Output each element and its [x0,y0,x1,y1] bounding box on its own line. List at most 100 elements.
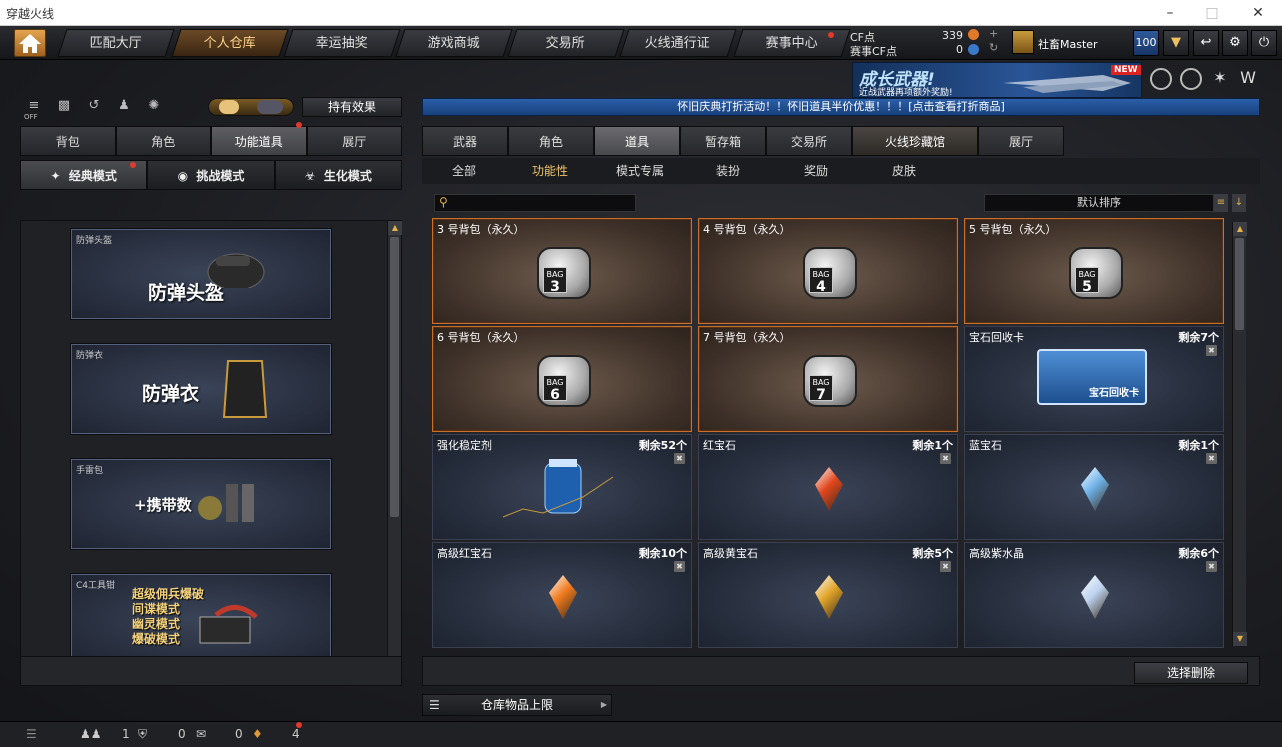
nav-tab-4[interactable]: 交易所 [507,29,625,57]
username: 社畜Master [1038,38,1098,51]
storage-limit-button[interactable]: ☰ 仓库物品上限 ▶ [422,694,612,716]
maximize-icon[interactable]: □ [1202,3,1222,23]
item-card[interactable]: 6 号背包（永久） BAG 6 [432,326,692,432]
search-input[interactable]: ⚲ [434,194,636,212]
trash-icon[interactable]: ✖ [674,561,685,572]
storage-tab-3[interactable]: 暂存箱 [680,126,766,156]
item-card[interactable]: 强化稳定剂 剩余52个 ✖ [432,434,692,540]
cf-value: 339 [942,29,963,42]
item-card[interactable]: 高级紫水晶 剩余6个 ✖ [964,542,1224,648]
subtab-1[interactable]: 功能性 [532,158,568,184]
trash-icon[interactable]: ✖ [940,561,951,572]
left-tab-0[interactable]: 背包 [20,126,116,156]
subtab-3[interactable]: 装扮 [716,158,740,184]
storage-tab-2[interactable]: 道具 [594,126,680,156]
badge-icon-4[interactable]: W [1236,68,1260,90]
scroll-up-icon[interactable]: ▲ [388,221,402,235]
storage-tab-6[interactable]: 展厅 [978,126,1064,156]
select-delete-button[interactable]: 选择删除 [1134,662,1248,684]
mode-tab-2[interactable]: ☣ 生化模式 [274,160,402,190]
mode-tab-0[interactable]: ✦ 经典模式 [20,160,148,190]
close-icon[interactable]: ✕ [1248,3,1268,23]
discount-notice[interactable]: 怀旧庆典打折活动！！怀旧道具半价优惠！！！[点击查看打折商品] [422,98,1260,116]
trash-icon[interactable]: ✖ [1206,561,1217,572]
subtab-5[interactable]: 皮肤 [892,158,916,184]
minimize-icon[interactable]: – [1160,3,1180,23]
left-toolbar: OFF ≡ ▩ ↺ ♟ ✺ 持有效果 [24,96,424,121]
sort-direction-icon[interactable]: ↓ [1232,194,1246,212]
equip-slot-grenade[interactable]: 手雷包 +携带数 [71,459,331,549]
avatar[interactable] [1012,30,1034,54]
list-view-icon[interactable]: ≡ [1214,194,1228,212]
subtab-2[interactable]: 模式专属 [616,158,664,184]
left-tab-2[interactable]: 功能道具 [211,126,307,156]
friends-icon[interactable]: ♟♟ [80,727,102,741]
history-icon[interactable]: ↺ [84,96,104,116]
storage-tab-0[interactable]: 武器 [422,126,508,156]
home-icon[interactable] [14,29,46,57]
item-card[interactable]: 红宝石 剩余1个 ✖ [698,434,958,540]
gift-icon[interactable]: ♦ [252,727,263,741]
storage-tab-4[interactable]: 交易所 [766,126,852,156]
grid-scrollbar[interactable]: ▲ ▼ [1232,222,1247,646]
level-badge[interactable]: 100 [1133,30,1159,56]
nav-tab-0[interactable]: 匹配大厅 [57,29,175,57]
item-card[interactable]: 高级红宝石 剩余10个 ✖ [432,542,692,648]
left-tab-3[interactable]: 展厅 [306,126,402,156]
badge-icon-2[interactable] [1180,68,1202,90]
storage-tab-5[interactable]: 火线珍藏馆 [852,126,978,156]
menu-list-icon[interactable]: ☰ [26,727,37,741]
promo-banner[interactable]: 成长武器! 近战武器再项额外奖励! NEW [852,62,1142,98]
nav-tab-1[interactable]: 个人仓库 [171,29,289,57]
nav-tab-2[interactable]: 幸运抽奖 [283,29,401,57]
top-nav: 匹配大厅 个人仓库 幸运抽奖 游戏商城 交易所 火线通行证 赛事中心 CF点 赛事CF点 3… [0,26,1282,60]
item-card[interactable]: 7 号背包（永久） BAG 7 [698,326,958,432]
event-cf-value: 0 [956,43,963,56]
toggle-off-icon[interactable]: OFF ≡ [24,96,44,121]
trash-icon[interactable]: ✖ [674,453,685,464]
scroll-down-icon[interactable]: ▼ [1233,632,1247,646]
add-icon[interactable]: + [989,27,998,40]
equip-slot-helmet[interactable]: 防弹头盔 防弹头盔 [71,229,331,319]
power-icon[interactable]: ⏻ [1251,30,1277,56]
item-card[interactable]: 3 号背包（永久） BAG 3 [432,218,692,324]
scroll-thumb[interactable] [390,237,399,517]
effects-button[interactable]: 持有效果 [302,97,402,117]
trash-icon[interactable]: ✖ [1206,453,1217,464]
trash-icon[interactable]: ✖ [1206,345,1217,356]
storage-tab-1[interactable]: 角色 [508,126,594,156]
weapon-art-icon [1003,75,1131,93]
equip-slot-c4-tool[interactable]: C4工具钳 超级佣兵爆破 间谍模式 幽灵模式 爆破模式 [71,574,331,664]
chat-icon[interactable]: ✉ [196,727,206,741]
settings-gear-icon[interactable]: ⚙ [1222,30,1248,56]
nav-tab-3[interactable]: 游戏商城 [395,29,513,57]
left-scrollbar[interactable]: ▲ ▼ [387,221,402,681]
return-icon[interactable]: ↩ [1193,30,1219,56]
equip-slot-vest[interactable]: 防弹衣 防弹衣 [71,344,331,434]
mode-toggle[interactable] [208,98,294,116]
mode-tab-1[interactable]: ◉ 挑战模式 [147,160,275,190]
scroll-thumb[interactable] [1235,238,1244,330]
badge-icon-3[interactable]: ✶ [1209,68,1231,90]
item-card[interactable]: 蓝宝石 剩余1个 ✖ [964,434,1224,540]
character-icon[interactable]: ♟ [114,96,134,116]
badge-icon-1[interactable] [1150,68,1172,90]
subtab-4[interactable]: 奖励 [804,158,828,184]
nav-tab-5[interactable]: 火线通行证 [619,29,737,57]
item-card[interactable]: 4 号背包（永久） BAG 4 [698,218,958,324]
trash-icon[interactable]: ✖ [940,453,951,464]
item-remaining: 剩余1个 [1178,439,1219,452]
scroll-up-icon[interactable]: ▲ [1233,222,1247,236]
item-card[interactable]: 5 号背包（永久） BAG 5 [964,218,1224,324]
left-tab-1[interactable]: 角色 [115,126,211,156]
item-card[interactable]: 宝石回收卡 剩余7个 ✖ 宝石回收卡 [964,326,1224,432]
sort-select[interactable]: 默认排序 [984,194,1214,212]
rank-icon[interactable]: ▼ [1163,30,1189,56]
subtab-0[interactable]: 全部 [452,158,476,184]
item-card[interactable]: 高级黄宝石 剩余5个 ✖ [698,542,958,648]
chat-count: 0 [235,727,243,741]
refresh-icon[interactable]: ↻ [989,41,998,54]
shield-icon[interactable]: ⛨ [138,727,147,742]
stats-icon[interactable]: ▩ [54,96,74,116]
grenade-icon[interactable]: ✺ [144,96,164,116]
